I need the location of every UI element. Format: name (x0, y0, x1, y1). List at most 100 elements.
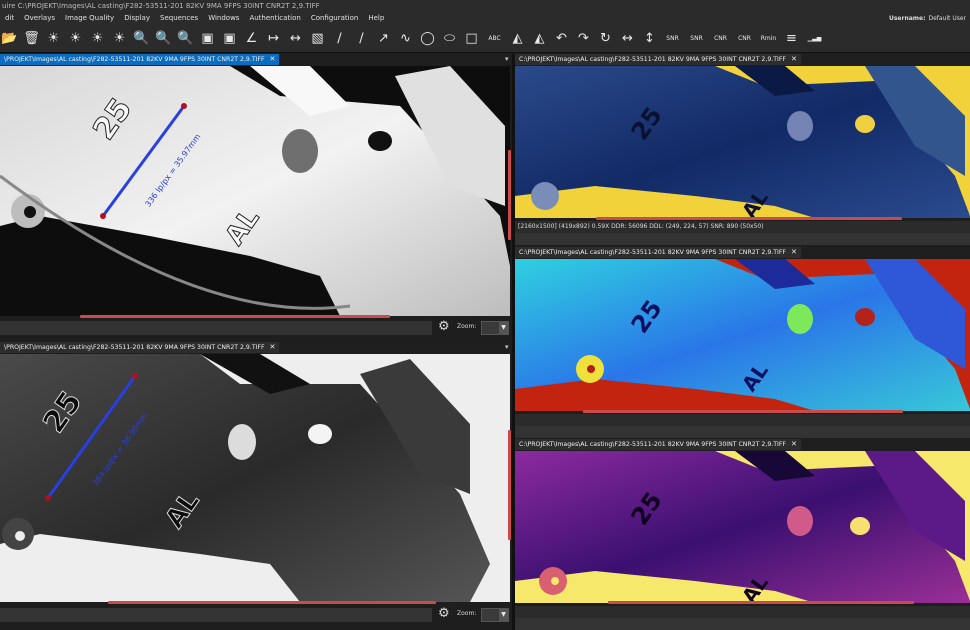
username-label: Username: (888, 15, 926, 22)
window-title: uire C:\PROJEKT\Images\AL casting\F282-5… (0, 0, 970, 12)
menu-bar: dit Overlays Image Quality Display Sequences… (0, 12, 970, 25)
flip-vertical-icon[interactable]: ↕ (640, 28, 659, 50)
zoom-select[interactable]: ▼ (481, 608, 509, 622)
gear-icon[interactable]: ⚙ (438, 319, 450, 334)
user-info: Username: Default User (889, 12, 966, 25)
line-measure-icon[interactable]: ∕ (330, 28, 349, 50)
polyline-icon[interactable]: ∕ (352, 28, 371, 50)
xray-image-bottom-right[interactable]: 25 AL (515, 451, 970, 603)
pane-menu-icon[interactable]: ▾ (505, 343, 509, 351)
cnr-area-icon[interactable]: CNR (734, 28, 755, 50)
tab-bottom-left[interactable]: \PROJEKT\Images\AL casting\F282-53511-20… (0, 342, 280, 353)
v-scrollbar-bottom-left[interactable] (508, 430, 511, 540)
calibrate-icon[interactable]: ↔ (286, 28, 305, 50)
h-scrollbar-bottom-left[interactable] (108, 601, 436, 604)
cnr-icon[interactable]: CNR (710, 28, 731, 50)
snr-icon[interactable]: SNR (686, 28, 707, 50)
snr-profile-icon[interactable]: SNR (662, 28, 683, 50)
h-scrollbar-top-right[interactable] (596, 217, 902, 220)
circle-icon[interactable]: ◯ (418, 28, 437, 50)
h-scrollbar-mid-right[interactable] (583, 410, 903, 413)
close-icon[interactable]: ✕ (791, 248, 797, 256)
tab-label: \PROJEKT\Images\AL casting\F282-53511-20… (4, 344, 265, 351)
username-value: Default User (928, 15, 966, 22)
toolbar: 📂 🗑 ☀ ☀ ☀ ☀ 🔍 🔍 🔍 ▣ ▣ ∠ ↦ ↔ ▧ ∕ ∕ ↗ ∿ ◯ ⬭ □ ABC ◭ ◭ ↶ ↷ ↻ ↔ ↕ SNR SNR CN… (0, 25, 970, 53)
chevron-down-icon: ▼ (499, 322, 508, 334)
rotate-left-icon[interactable]: ↶ (552, 28, 571, 50)
v-scrollbar-top-left[interactable] (508, 150, 511, 240)
xray-image-bottom-left[interactable]: 25 AL 364 lp/px = 38.90mm (0, 354, 510, 602)
status-bar-mid-right (515, 414, 970, 426)
pane-menu-icon[interactable]: ▾ (505, 55, 509, 63)
close-icon[interactable]: ✕ (270, 343, 276, 351)
profile-icon[interactable]: ▧ (308, 28, 327, 50)
h-scrollbar-top-left[interactable] (80, 315, 390, 318)
menu-item-sequences[interactable]: Sequences (155, 12, 203, 25)
menu-item-overlays[interactable]: Overlays (19, 12, 60, 25)
menu-item-display[interactable]: Display (119, 12, 155, 25)
zoom-select[interactable]: ▼ (481, 321, 509, 335)
zoom-100-icon[interactable]: 🔍 (176, 28, 195, 50)
tab-top-left[interactable]: \PROJEKT\Images\AL casting\F282-53511-20… (0, 54, 280, 65)
text-annotation-icon[interactable]: ABC (484, 28, 505, 50)
histogram-icon[interactable]: ◭ (508, 28, 527, 50)
fit-all-icon[interactable]: ▣ (220, 28, 239, 50)
tab-bottom-right[interactable]: C:\PROJEKT\Images\AL casting\F282-53511-… (515, 439, 801, 450)
xray-image-top-left[interactable]: 25 AL 336 lp/px = 35.97mm (0, 66, 510, 316)
xray-image-top-right[interactable]: 25 AL (515, 66, 970, 218)
freehand-icon[interactable]: ∿ (396, 28, 415, 50)
status-field-bottom-right (515, 618, 970, 630)
menu-item-authentication[interactable]: Authentication (244, 12, 305, 25)
menu-item-windows[interactable]: Windows (203, 12, 244, 25)
status-bar-top-right: [2160x1500] (419x892) 0.59X DDR: 56096 D… (515, 221, 970, 233)
trash-icon[interactable]: 🗑 (22, 28, 41, 50)
status-field-top-left (0, 321, 432, 335)
menu-item-dit[interactable]: dit (0, 12, 19, 25)
basic-spatial-resolution-icon[interactable]: Rmin (758, 28, 779, 50)
close-icon[interactable]: ✕ (791, 55, 797, 63)
zoom-label: Zoom: (457, 610, 477, 617)
status-bar-bottom-right (515, 606, 970, 618)
brightness-icon[interactable]: ☀ (44, 28, 63, 50)
tab-label: \PROJEKT\Images\AL casting\F282-53511-20… (4, 56, 265, 63)
rectangle-icon[interactable]: □ (462, 28, 481, 50)
flip-horizontal-icon[interactable]: ↔ (618, 28, 637, 50)
zoom-1-1-icon[interactable]: 🔍 (132, 28, 151, 50)
gear-icon[interactable]: ⚙ (438, 606, 450, 621)
status-field-bottom-left (0, 608, 432, 622)
h-scrollbar-bottom-right[interactable] (608, 601, 914, 604)
rotate-icon[interactable]: ↻ (596, 28, 615, 50)
status-field-top-right (515, 233, 970, 245)
contrast-up-icon[interactable]: ☀ (110, 28, 129, 50)
app-window: uire C:\PROJEKT\Images\AL casting\F282-5… (0, 0, 970, 630)
close-icon[interactable]: ✕ (270, 55, 276, 63)
duplex-wire-icon[interactable]: ≡ (782, 28, 801, 50)
zoom-icon[interactable]: 🔍 (154, 28, 173, 50)
tab-label: C:\PROJEKT\Images\AL casting\F282-53511-… (519, 441, 786, 448)
rotate-right-icon[interactable]: ↷ (574, 28, 593, 50)
open-folder-icon[interactable]: 📂 (0, 28, 19, 50)
status-field-mid-right (515, 426, 970, 438)
fit-window-icon[interactable]: ▣ (198, 28, 217, 50)
ruler-icon[interactable]: ↦ (264, 28, 283, 50)
ellipse-icon[interactable]: ⬭ (440, 28, 459, 50)
zoom-row-bottom-left: ⚙ Zoom: ▼ (0, 606, 512, 626)
image-icon[interactable]: ◭ (530, 28, 549, 50)
tab-label: C:\PROJEKT\Images\AL casting\F282-53511-… (519, 249, 786, 256)
menu-item-image-quality[interactable]: Image Quality (60, 12, 119, 25)
tab-top-right[interactable]: C:\PROJEKT\Images\AL casting\F282-53511-… (515, 54, 801, 65)
chevron-down-icon: ▼ (499, 609, 508, 621)
menu-item-configuration[interactable]: Configuration (306, 12, 363, 25)
tab-label: C:\PROJEKT\Images\AL casting\F282-53511-… (519, 56, 786, 63)
contrast-icon[interactable]: ☀ (88, 28, 107, 50)
zoom-label: Zoom: (457, 323, 477, 330)
close-icon[interactable]: ✕ (791, 440, 797, 448)
arrow-icon[interactable]: ↗ (374, 28, 393, 50)
xray-image-mid-right[interactable]: 25 AL (515, 259, 970, 411)
tab-mid-right[interactable]: C:\PROJEKT\Images\AL casting\F282-53511-… (515, 247, 801, 258)
angle-tool-icon[interactable]: ∠ (242, 28, 261, 50)
zoom-row-top-left: ⚙ Zoom: ▼ (0, 319, 512, 339)
line-profile-icon[interactable]: ▁▃▅ (804, 28, 825, 50)
menu-item-help[interactable]: Help (363, 12, 389, 25)
brightness-up-icon[interactable]: ☀ (66, 28, 85, 50)
